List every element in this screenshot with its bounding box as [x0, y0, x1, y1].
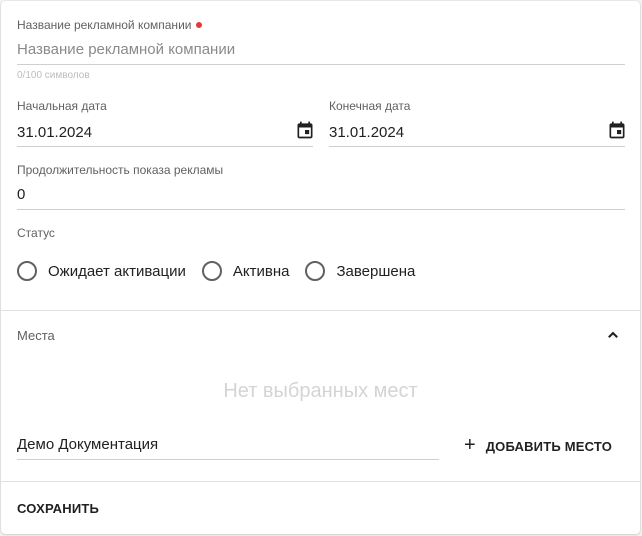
campaign-name-label: Название рекламной компании: [17, 18, 203, 32]
duration-underline: [17, 209, 625, 210]
save-button-label: СОХРАНИТЬ: [17, 500, 100, 516]
campaign-form-card: Название рекламной компании 0/100 символ…: [1, 1, 640, 534]
campaign-name-label-text: Название рекламной компании: [17, 18, 192, 32]
campaign-name-underline: [17, 64, 625, 65]
add-place-button-label: ДОБАВИТЬ МЕСТО: [485, 438, 613, 454]
places-section-title: Места: [17, 328, 55, 343]
campaign-name-input[interactable]: [17, 39, 625, 59]
end-date-label: Конечная дата: [329, 99, 411, 113]
plus-icon: +: [464, 434, 476, 456]
start-date-label: Начальная дата: [17, 99, 107, 113]
radio-button-icon[interactable]: [305, 261, 326, 281]
places-empty-state: Нет выбранных мест: [223, 380, 418, 402]
calendar-icon[interactable]: [607, 120, 627, 140]
duration-input[interactable]: [17, 184, 625, 204]
chevron-up-icon[interactable]: [604, 326, 622, 344]
calendar-icon[interactable]: [295, 120, 315, 140]
add-place-button[interactable]: + ДОБАВИТЬ МЕСТО: [456, 429, 620, 463]
status-label: Статус: [17, 226, 55, 240]
status-radio-label: Ожидает активации: [48, 262, 186, 280]
section-divider: [1, 481, 640, 482]
start-date-underline: [17, 146, 313, 147]
duration-label: Продолжительность показа рекламы: [17, 163, 224, 177]
status-radio-label: Завершена: [336, 262, 416, 280]
start-date-input[interactable]: [17, 122, 277, 142]
end-date-underline: [329, 146, 625, 147]
radio-button-icon[interactable]: [17, 261, 37, 281]
end-date-input[interactable]: [329, 122, 589, 142]
campaign-name-char-counter: 0/100 символов: [17, 70, 90, 81]
radio-button-icon[interactable]: [201, 261, 222, 281]
status-radio-active[interactable]: Активна: [201, 261, 290, 281]
place-select-input[interactable]: [17, 434, 417, 454]
required-indicator: [196, 22, 203, 28]
section-divider: [1, 310, 640, 311]
status-radio-label: Активна: [232, 262, 290, 280]
place-select-underline: [17, 459, 439, 460]
save-button[interactable]: СОХРАНИТЬ: [7, 491, 109, 525]
status-radio-group: Ожидает активации Активна Завершена: [17, 261, 431, 281]
status-radio-pending[interactable]: Ожидает активации: [17, 261, 186, 281]
status-radio-completed[interactable]: Завершена: [305, 261, 415, 281]
